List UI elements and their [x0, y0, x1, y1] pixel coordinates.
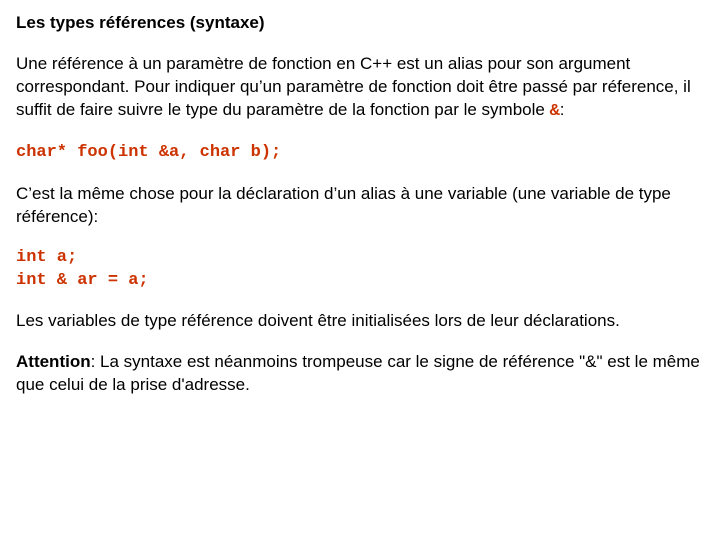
code-block-int-ref: int a; int & ar = a; — [16, 247, 704, 293]
para1-text-b: : — [560, 100, 565, 119]
attention-text: : La syntaxe est néanmoins trompeuse car… — [16, 352, 700, 394]
code-block-foo: char* foo(int &a, char b); — [16, 142, 704, 165]
page-title: Les types références (syntaxe) — [16, 12, 704, 35]
paragraph-init: Les variables de type référence doivent … — [16, 310, 704, 333]
paragraph-intro: Une référence à un paramètre de fonction… — [16, 53, 704, 124]
attention-label: Attention — [16, 352, 91, 371]
paragraph-alias: C’est la même chose pour la déclaration … — [16, 183, 704, 229]
para1-text-a: Une référence à un paramètre de fonction… — [16, 54, 691, 119]
ampersand-symbol: & — [550, 102, 560, 121]
paragraph-attention: Attention: La syntaxe est néanmoins trom… — [16, 351, 704, 397]
